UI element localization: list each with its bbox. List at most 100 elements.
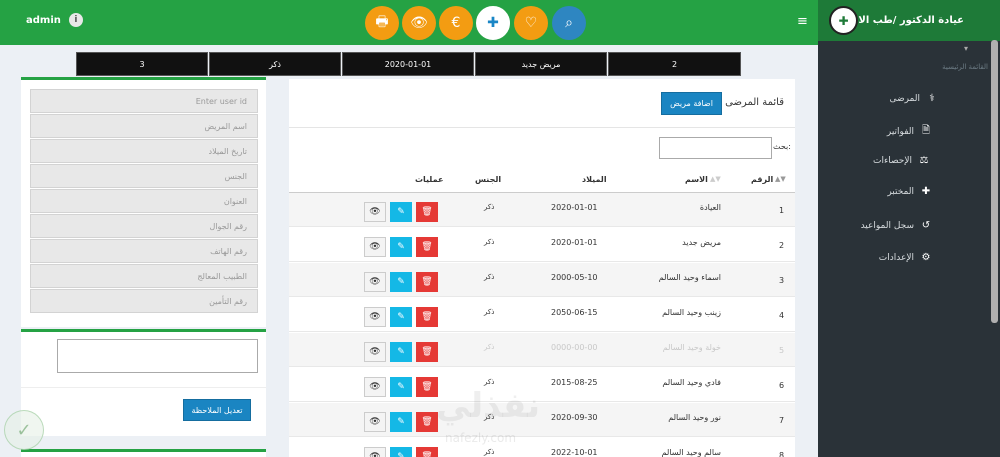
- row-number: 4: [779, 311, 785, 320]
- user-id-field[interactable]: Enter user id: [30, 89, 258, 113]
- edit-note-button[interactable]: تعديل الملاحظة: [183, 399, 251, 421]
- view-button[interactable]: 👁: [402, 6, 436, 40]
- info-cell: مريض جديد: [475, 52, 607, 76]
- column-header-name[interactable]: الاسم: [685, 175, 708, 184]
- row-gender: ذكر: [484, 343, 495, 351]
- row-number: 2: [779, 241, 785, 250]
- row-gender: ذكر: [484, 238, 495, 246]
- admin-label[interactable]: admin: [26, 15, 61, 26]
- sidebar-item-invoices[interactable]: الفواتير 🗎: [818, 123, 1000, 140]
- gear-icon: ⚙: [921, 252, 931, 263]
- delete-icon: 🗑: [421, 207, 433, 217]
- row-birthdate: 2022-10-01: [551, 448, 598, 457]
- payments-button[interactable]: €: [439, 6, 473, 40]
- delete-button[interactable]: 🗑: [416, 342, 438, 362]
- info-icon[interactable]: i: [68, 13, 83, 27]
- view-icon: 👁: [369, 347, 381, 357]
- view-button[interactable]: 👁: [364, 272, 386, 292]
- column-header-number[interactable]: الرقم: [751, 175, 773, 184]
- view-button[interactable]: 👁: [364, 307, 386, 327]
- history-icon: ↺: [921, 220, 931, 231]
- row-number: 5: [779, 346, 785, 355]
- insurance-field[interactable]: رقم التأمين: [30, 289, 258, 313]
- view-icon: 👁: [369, 382, 381, 392]
- delete-button[interactable]: 🗑: [416, 307, 438, 327]
- notes-panel: تعديل الملاحظة: [21, 329, 266, 436]
- edit-button[interactable]: ✎: [390, 342, 412, 362]
- sidebar-item-settings[interactable]: الإعدادات ⚙: [818, 252, 1000, 263]
- delete-button[interactable]: 🗑: [416, 237, 438, 257]
- notes-textarea[interactable]: [57, 339, 258, 373]
- brand-bar[interactable]: ✚ عيادة الدكتور /طب الاسنان: [818, 0, 1000, 41]
- row-name: نور وحيد السالم: [668, 413, 721, 422]
- add-patient-button[interactable]: اضافة مريض: [661, 92, 722, 115]
- edit-button[interactable]: ✎: [390, 272, 412, 292]
- stethoscope-icon: ⚕: [929, 93, 935, 104]
- sort-icon[interactable]: ▲▼: [775, 175, 786, 183]
- edit-icon: ✎: [397, 382, 405, 392]
- invoice-icon: 🗎: [921, 125, 931, 136]
- balance-scale-icon: ⚖: [919, 155, 929, 166]
- row-birthdate: 2020-09-30: [551, 413, 598, 422]
- info-cell: 2020-01-01: [342, 52, 474, 76]
- search-icon: ⌕: [565, 15, 573, 31]
- edit-button[interactable]: ✎: [390, 237, 412, 257]
- delete-button[interactable]: 🗑: [416, 202, 438, 222]
- row-name: خولة وحيد السالم: [662, 343, 721, 352]
- info-cell: ذكر: [209, 52, 341, 76]
- sidebar-item-statistics[interactable]: الإحصاءات ⚖: [818, 155, 1000, 166]
- doctor-field[interactable]: الطبيب المعالج: [30, 264, 258, 288]
- view-button[interactable]: 👁: [364, 202, 386, 222]
- medkit-icon: ✚: [921, 186, 931, 197]
- search-input[interactable]: [659, 137, 772, 159]
- menu-toggle-icon[interactable]: ≡: [797, 14, 808, 29]
- edit-button[interactable]: ✎: [390, 447, 412, 457]
- birthdate-field[interactable]: تاريخ الميلاد: [30, 139, 258, 163]
- edit-button[interactable]: ✎: [390, 377, 412, 397]
- sidebar-item-lab[interactable]: المختبر ✚: [818, 186, 1000, 197]
- view-button[interactable]: 👁: [364, 237, 386, 257]
- view-button[interactable]: 👁: [364, 377, 386, 397]
- table-row: 8 سالم وحيد السالم 2022-10-01 ذكر 👁 ✎ 🗑: [289, 438, 795, 457]
- column-header-gender[interactable]: الجنس: [475, 175, 501, 184]
- address-field[interactable]: العنوان: [30, 189, 258, 213]
- admin-user[interactable]: admin i: [26, 13, 83, 27]
- sort-icon[interactable]: ▲▼: [710, 175, 721, 183]
- edit-icon: ✎: [397, 452, 405, 457]
- row-number: 3: [779, 276, 785, 285]
- print-button[interactable]: 🖶: [365, 6, 399, 40]
- edit-button[interactable]: ✎: [390, 202, 412, 222]
- gender-field[interactable]: الجنس: [30, 164, 258, 188]
- eye-icon: 👁: [410, 15, 428, 31]
- edit-button[interactable]: ✎: [390, 412, 412, 432]
- sidebar-item-appointments[interactable]: سجل المواعيد ↺: [818, 220, 1000, 231]
- view-button[interactable]: 👁: [364, 342, 386, 362]
- row-name: زينب وحيد السالم: [662, 308, 721, 317]
- medkit-button[interactable]: ✚: [476, 6, 510, 40]
- patient-name-field[interactable]: اسم المريض: [30, 114, 258, 138]
- watermark-text: نفذلي: [436, 386, 541, 426]
- search-button[interactable]: ⌕: [552, 6, 586, 40]
- delete-button[interactable]: 🗑: [416, 447, 438, 457]
- phone-field[interactable]: رقم الهاتف: [30, 239, 258, 263]
- page-scrollbar[interactable]: [991, 40, 998, 323]
- mobile-field[interactable]: رقم الجوال: [30, 214, 258, 238]
- edit-button[interactable]: ✎: [390, 307, 412, 327]
- delete-button[interactable]: 🗑: [416, 412, 438, 432]
- favorites-button[interactable]: ♡: [514, 6, 548, 40]
- sidebar: ✚ عيادة الدكتور /طب الاسنان ▾ القائمة ال…: [818, 0, 1000, 457]
- sidebar-item-label: الإحصاءات: [873, 155, 912, 166]
- row-number: 6: [779, 381, 785, 390]
- view-button[interactable]: 👁: [364, 447, 386, 457]
- row-birthdate: 2000-05-10: [551, 273, 598, 282]
- delete-button[interactable]: 🗑: [416, 272, 438, 292]
- sidebar-item-label: المرضى: [889, 93, 920, 104]
- view-button[interactable]: 👁: [364, 412, 386, 432]
- delete-button[interactable]: 🗑: [416, 377, 438, 397]
- search-label: بحث:: [773, 142, 791, 151]
- sidebar-item-patients[interactable]: المرضى ⚕: [818, 93, 1000, 104]
- column-header-birthdate[interactable]: الميلاد: [582, 175, 607, 184]
- row-name: اسماء وحيد السالم: [658, 273, 721, 282]
- column-header-operations: عمليات: [415, 175, 444, 184]
- chevron-down-icon[interactable]: ▾: [964, 44, 968, 53]
